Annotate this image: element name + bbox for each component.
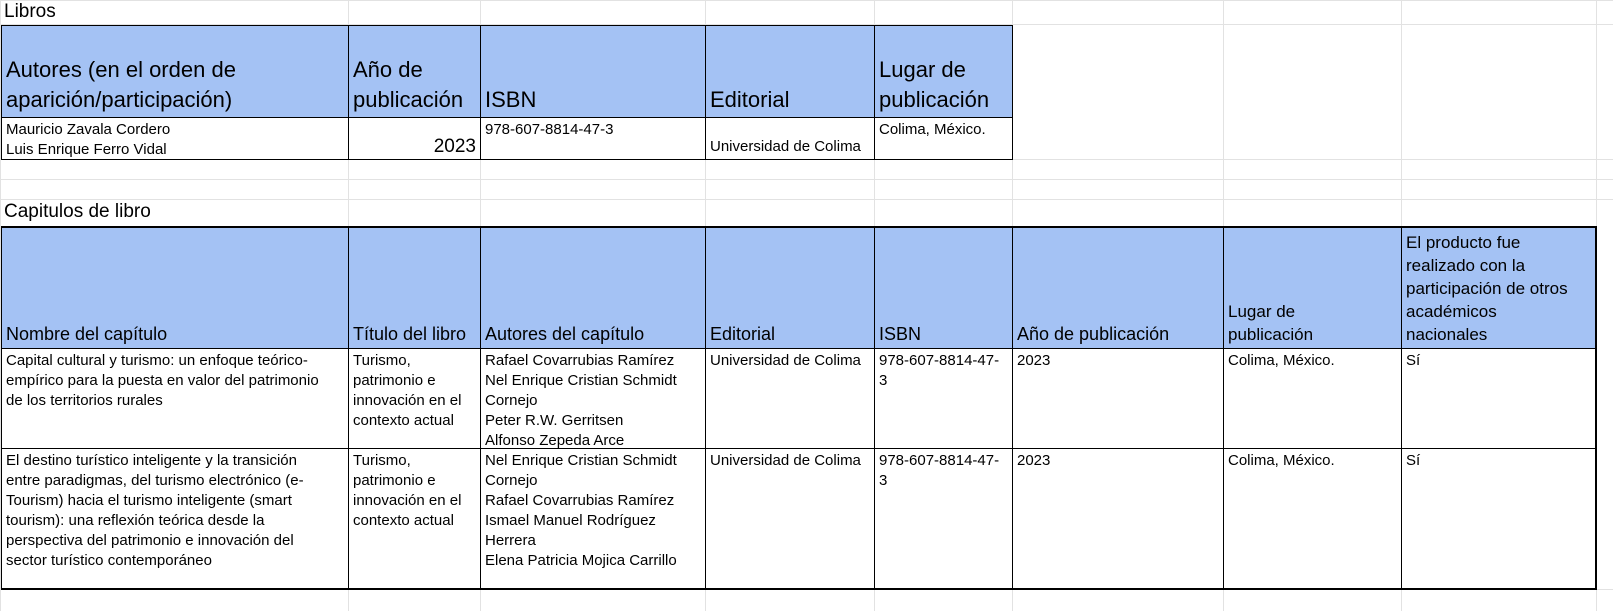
libros-header-isbn[interactable]: ISBN [481,25,706,118]
capitulos-row-2-autores[interactable]: Nel Enrique Cristian Schmidt Cornejo Raf… [481,449,706,590]
gridline [0,179,1613,180]
spreadsheet-grid[interactable]: Libros Autores (en el orden de aparición… [0,0,1613,611]
capitulos-row-2-editorial[interactable]: Universidad de Colima [706,449,875,590]
capitulos-row-1-autores[interactable]: Rafael Covarrubias Ramírez Nel Enrique C… [481,349,706,449]
libros-cell-anio[interactable]: 2023 [349,118,481,160]
capitulos-row-2-participacion[interactable]: Sí [1402,449,1597,590]
capitulos-header-isbn[interactable]: ISBN [875,226,1013,349]
capitulos-row-2-anio[interactable]: 2023 [1013,449,1224,590]
capitulos-row-2-titulo[interactable]: Turismo, patrimonio e innovación en el c… [349,449,481,590]
libros-header-editorial[interactable]: Editorial [706,25,875,118]
capitulos-row-2-lugar[interactable]: Colima, México. [1224,449,1402,590]
capitulos-row-2-isbn[interactable]: 978-607-8814-47- 3 [875,449,1013,590]
capitulos-row-1-nombre[interactable]: Capital cultural y turismo: un enfoque t… [1,349,349,449]
libros-header-lugar[interactable]: Lugar de publicación [875,25,1013,118]
capitulos-header-autores[interactable]: Autores del capítulo [481,226,706,349]
capitulos-header-editorial[interactable]: Editorial [706,226,875,349]
capitulos-row-2-nombre[interactable]: El destino turístico inteligente y la tr… [1,449,349,590]
capitulos-header-participacion[interactable]: El producto fue realizado con la partici… [1402,226,1597,349]
libros-cell-lugar[interactable]: Colima, México. [875,118,1013,160]
capitulos-row-1-participacion[interactable]: Sí [1402,349,1597,449]
libros-header-anio[interactable]: Año de publicación [349,25,481,118]
libros-section-title: Libros [4,1,56,22]
capitulos-row-1-lugar[interactable]: Colima, México. [1224,349,1402,449]
libros-cell-editorial[interactable]: Universidad de Colima [706,118,875,160]
capitulos-header-nombre[interactable]: Nombre del capítulo [1,226,349,349]
capitulos-section-title: Capitulos de libro [4,201,151,222]
libros-header-autores[interactable]: Autores (en el orden de aparición/partic… [1,25,349,118]
capitulos-row-1-anio[interactable]: 2023 [1013,349,1224,449]
capitulos-header-titulo[interactable]: Título del libro [349,226,481,349]
libros-cell-isbn[interactable]: 978-607-8814-47-3 [481,118,706,160]
capitulos-header-anio[interactable]: Año de publicación [1013,226,1224,349]
capitulos-row-1-isbn[interactable]: 978-607-8814-47- 3 [875,349,1013,449]
libros-cell-autores[interactable]: Mauricio Zavala Cordero Luis Enrique Fer… [1,118,349,160]
capitulos-row-1-titulo[interactable]: Turismo, patrimonio e innovación en el c… [349,349,481,449]
capitulos-row-1-editorial[interactable]: Universidad de Colima [706,349,875,449]
capitulos-header-lugar[interactable]: Lugar de publicación [1224,226,1402,349]
